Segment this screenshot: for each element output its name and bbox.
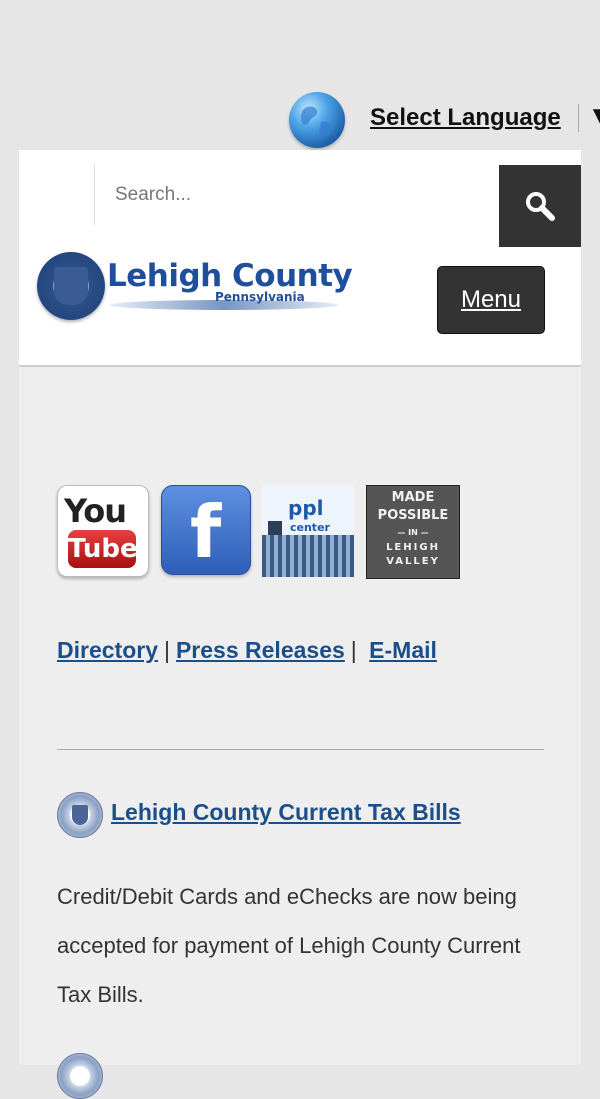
tax-bills-link[interactable]: Lehigh County Current Tax Bills	[111, 799, 461, 826]
mp-line5: VALLEY	[386, 556, 440, 567]
link-separator: |	[163, 637, 170, 663]
made-possible-lehigh-valley-icon[interactable]: MADE POSSIBLE — IN — LEHIGH VALLEY	[366, 485, 460, 579]
menu-button[interactable]: Menu	[437, 266, 545, 334]
youtube-icon[interactable]: You Tube	[57, 485, 149, 577]
quick-links: Directory | Press Releases | E-Mail	[57, 637, 437, 664]
directory-link[interactable]: Directory	[57, 637, 158, 663]
news-item-body: Credit/Debit Cards and eChecks are now b…	[57, 884, 521, 1007]
youtube-you: You	[64, 492, 127, 530]
news-item-header: Lehigh County Current Tax Bills	[57, 792, 537, 838]
search-icon	[526, 192, 555, 221]
divider	[57, 749, 544, 750]
county-seal-icon	[57, 1053, 103, 1099]
mp-line1: MADE	[391, 490, 435, 505]
link-separator: |	[350, 637, 357, 663]
mp-line4: LEHIGH	[386, 542, 440, 553]
facebook-letter: f	[190, 490, 222, 574]
mp-line3: — IN —	[397, 528, 429, 537]
facebook-icon[interactable]: f	[161, 485, 251, 575]
county-seal-icon	[57, 792, 103, 838]
ppl-center-icon[interactable]: ppl center	[262, 485, 354, 577]
language-separator	[578, 104, 579, 132]
logo-title: Lehigh County	[107, 258, 353, 294]
main-content: You Tube f ppl center MADE POSSIBLE — IN…	[19, 367, 581, 1099]
chevron-down-icon[interactable]: ▼	[588, 102, 600, 130]
site-header: Lehigh County Pennsylvania Menu	[19, 150, 581, 367]
youtube-tube: Tube	[68, 530, 138, 568]
ppl-sub: center	[290, 521, 330, 534]
language-bar: Select Language ▼	[287, 90, 600, 150]
email-link[interactable]: E-Mail	[369, 637, 437, 663]
search-button[interactable]	[499, 165, 581, 247]
select-language-link[interactable]: Select Language	[370, 104, 561, 132]
search-input[interactable]	[94, 165, 494, 225]
social-links: You Tube f ppl center MADE POSSIBLE — IN…	[57, 485, 467, 580]
logo-subtitle: Pennsylvania	[215, 290, 305, 304]
press-releases-link[interactable]: Press Releases	[176, 637, 345, 663]
lehigh-county-logo[interactable]: Lehigh County Pennsylvania	[37, 252, 353, 324]
globe-icon	[289, 92, 345, 148]
ppl-name: ppl	[288, 496, 324, 520]
mp-line2: POSSIBLE	[377, 508, 449, 523]
county-seal-icon	[37, 252, 105, 320]
